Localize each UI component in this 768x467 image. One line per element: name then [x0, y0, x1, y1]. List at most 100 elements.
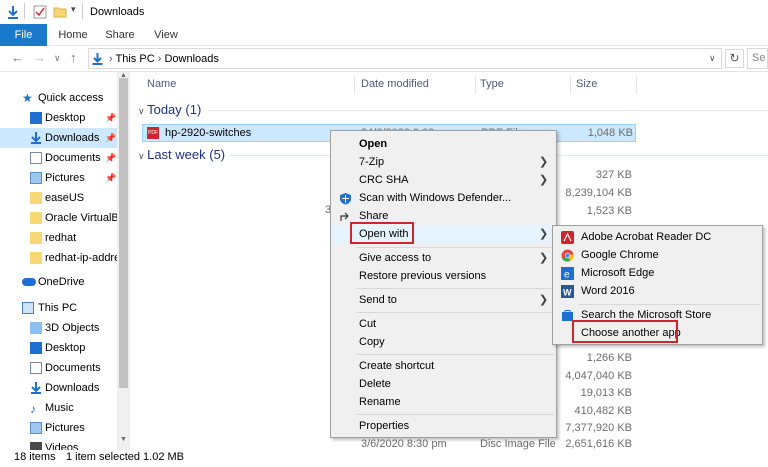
document-icon: [30, 362, 42, 374]
breadcrumb-downloads[interactable]: Downloads: [164, 53, 218, 65]
nav-item-music[interactable]: ♪ Music: [0, 398, 118, 418]
column-separator[interactable]: [354, 76, 355, 94]
nav-item-downloads-pc[interactable]: Downloads: [0, 378, 118, 398]
tab-share[interactable]: Share: [100, 24, 140, 46]
nav-item-pictures-pc[interactable]: Pictures: [0, 418, 118, 438]
customize-toolbar-icon[interactable]: ▾: [71, 4, 76, 15]
nav-item-pictures[interactable]: Pictures 📌: [0, 168, 118, 188]
address-history-icon[interactable]: ∨: [709, 53, 716, 64]
menu-separator: [579, 304, 760, 305]
file-size: 327 KB: [595, 169, 632, 181]
column-header-name[interactable]: Name: [147, 78, 176, 90]
nav-item-redhat-ip-address[interactable]: redhat-ip-addres: [0, 248, 118, 268]
column-separator[interactable]: [636, 76, 637, 94]
menu-item-give-access[interactable]: Give access to ❯: [331, 249, 556, 267]
menu-item-adobe-acrobat[interactable]: Adobe Acrobat Reader DC: [553, 228, 762, 246]
folder-icon: [30, 192, 42, 204]
nav-label: Pictures: [45, 422, 85, 434]
nav-scroll-thumb[interactable]: [119, 78, 128, 388]
collapse-chevron-icon[interactable]: ∨: [138, 151, 147, 161]
tab-file[interactable]: File: [0, 24, 47, 46]
acrobat-icon: [561, 231, 574, 244]
menu-item-delete[interactable]: Delete: [331, 375, 556, 393]
divider: [82, 3, 83, 19]
menu-item-cut[interactable]: Cut: [331, 315, 556, 333]
menu-item-open[interactable]: Open: [331, 135, 556, 153]
menu-label: Cut: [359, 318, 377, 330]
nav-item-downloads[interactable]: Downloads 📌: [0, 128, 118, 148]
desktop-icon: [30, 342, 42, 354]
nav-scrollbar[interactable]: ▲ ▼: [117, 72, 130, 450]
forward-arrow-icon[interactable]: →: [33, 50, 46, 65]
menu-item-send-to[interactable]: Send to ❯: [331, 291, 556, 309]
up-arrow-icon[interactable]: ↑: [70, 50, 77, 65]
back-arrow-icon[interactable]: ←: [11, 50, 24, 65]
menu-label: Send to: [359, 294, 397, 306]
nav-item-videos[interactable]: Videos: [0, 438, 118, 450]
title-bar: ▾ Downloads: [0, 0, 768, 24]
menu-item-restore-versions[interactable]: Restore previous versions: [331, 267, 556, 285]
breadcrumb-this-pc[interactable]: This PC: [116, 53, 155, 65]
group-header-last-week[interactable]: ∨ Last week (5): [138, 147, 225, 162]
new-folder-icon[interactable]: [53, 5, 67, 19]
word-icon: W: [561, 285, 574, 298]
menu-item-scan-defender[interactable]: Scan with Windows Defender...: [331, 189, 556, 207]
menu-item-copy[interactable]: Copy: [331, 333, 556, 351]
column-separator[interactable]: [570, 76, 571, 94]
menu-item-word-2016[interactable]: W Word 2016: [553, 282, 762, 300]
picture-icon: [30, 172, 42, 184]
nav-item-3d-objects[interactable]: 3D Objects: [0, 318, 118, 338]
nav-item-quick-access[interactable]: ★ Quick access: [0, 88, 118, 108]
menu-item-rename[interactable]: Rename: [331, 393, 556, 411]
recent-locations-icon[interactable]: ∨: [54, 53, 61, 64]
collapse-chevron-icon[interactable]: ∨: [138, 106, 147, 116]
group-header-today[interactable]: ∨ Today (1): [138, 102, 201, 117]
cloud-icon: [22, 278, 36, 286]
menu-label: Word 2016: [581, 285, 635, 297]
nav-item-documents[interactable]: Documents 📌: [0, 148, 118, 168]
nav-item-redhat[interactable]: redhat: [0, 228, 118, 248]
nav-item-desktop-pc[interactable]: Desktop: [0, 338, 118, 358]
column-header-type[interactable]: Type: [480, 78, 504, 90]
download-arrow-icon[interactable]: [6, 5, 20, 19]
star-icon: ★: [22, 91, 33, 105]
nav-item-this-pc[interactable]: This PC: [0, 298, 118, 318]
windows-defender-icon: [340, 193, 351, 205]
pin-icon: 📌: [105, 153, 117, 163]
search-input[interactable]: Se: [747, 48, 768, 69]
item-count: 18 items: [14, 451, 56, 463]
column-separator[interactable]: [475, 76, 476, 94]
address-bar[interactable]: › This PC › Downloads ∨: [88, 48, 722, 69]
selection-info: 1 item selected 1.02 MB: [66, 451, 185, 463]
column-header-date[interactable]: Date modified: [361, 78, 429, 90]
menu-item-microsoft-edge[interactable]: e Microsoft Edge: [553, 264, 762, 282]
menu-item-google-chrome[interactable]: Google Chrome: [553, 246, 762, 264]
highlight-box: [572, 320, 678, 343]
menu-label: Restore previous versions: [359, 270, 487, 282]
menu-label: Rename: [359, 396, 401, 408]
nav-item-oracle-virtualbox[interactable]: Oracle VirtualBo: [0, 208, 118, 228]
nav-item-onedrive[interactable]: OneDrive: [0, 272, 118, 292]
column-header-size[interactable]: Size: [576, 78, 597, 90]
menu-item-properties[interactable]: Properties: [331, 417, 556, 435]
nav-item-documents-pc[interactable]: Documents: [0, 358, 118, 378]
nav-item-easeus[interactable]: easeUS: [0, 188, 118, 208]
refresh-icon[interactable]: ↻: [725, 49, 744, 68]
nav-label: This PC: [38, 302, 78, 314]
pin-icon: 📌: [105, 113, 117, 123]
nav-label: Desktop: [45, 112, 86, 124]
menu-item-7zip[interactable]: 7-Zip ❯: [331, 153, 556, 171]
tab-view[interactable]: View: [146, 24, 186, 46]
menu-item-crc-sha[interactable]: CRC SHA ❯: [331, 171, 556, 189]
nav-label: Desktop: [45, 342, 86, 354]
file-size: 1,523 KB: [586, 205, 632, 217]
menu-item-create-shortcut[interactable]: Create shortcut: [331, 357, 556, 375]
scroll-down-icon[interactable]: ▼: [120, 436, 127, 443]
nav-item-desktop[interactable]: Desktop 📌: [0, 108, 118, 128]
cube-icon: [30, 322, 42, 334]
highlight-box: [350, 222, 414, 244]
properties-icon[interactable]: [33, 5, 47, 19]
tab-home[interactable]: Home: [53, 24, 93, 46]
pdf-file-icon: PDF: [147, 127, 159, 139]
file-type: Disc Image File: [480, 438, 556, 450]
